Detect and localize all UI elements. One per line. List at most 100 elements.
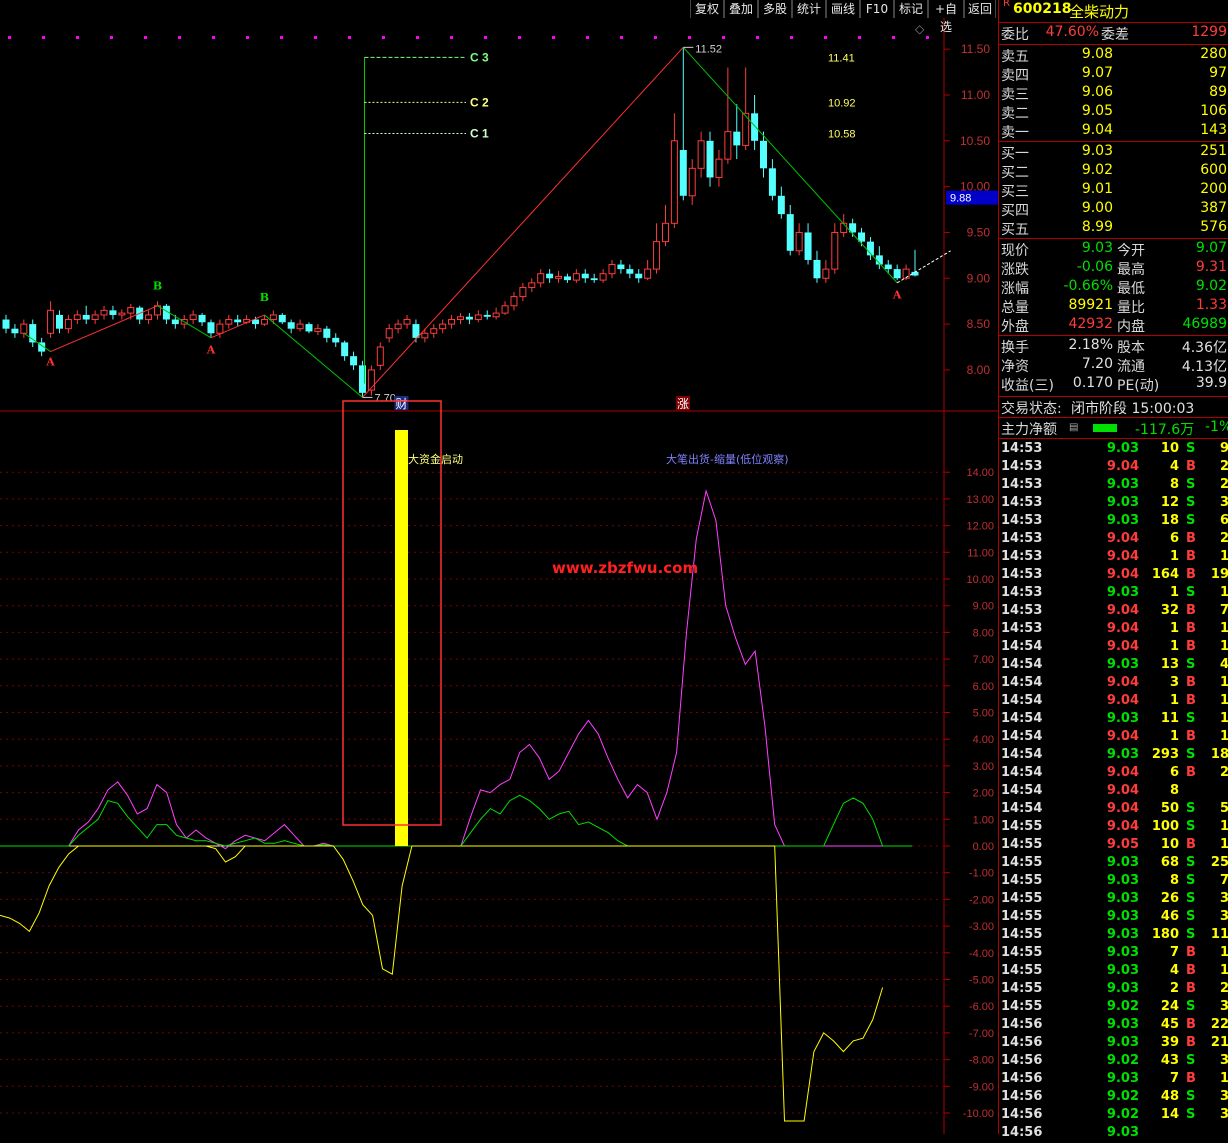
tick-time: 14:53 (1001, 603, 1043, 618)
list-icon[interactable]: ▤ (1069, 422, 1078, 433)
tick-side: S (1186, 747, 1196, 762)
weibi-value: 47.60% (1045, 24, 1099, 40)
tick-volume: 11 (1160, 711, 1179, 726)
candle-body (617, 264, 625, 270)
tick-price: 9.03 (1106, 963, 1139, 978)
trade-status-row: 交易状态: 闭市阶段 15:00:03 (999, 398, 1228, 417)
tick-volume: 7 (1169, 945, 1179, 960)
tick-count: 3 (1219, 999, 1228, 1014)
tick-row: 14:55 9.03 8 S 7 (999, 873, 1228, 891)
watermark: www.zbzfwu.com (552, 559, 698, 577)
candle-body (47, 309, 55, 334)
tick-row: 14:55 9.04 100 S 1 (999, 819, 1228, 837)
tick-time: 14:55 (1001, 855, 1043, 870)
quote-value: 9.03 (1081, 240, 1113, 256)
price-tick-label: 8.00 (967, 363, 991, 377)
candle-body (501, 305, 509, 314)
candle-body (323, 328, 331, 338)
candle-body (394, 323, 402, 330)
tick-price: 9.03 (1106, 1125, 1139, 1140)
tick-time: 14:53 (1001, 513, 1043, 528)
marker-dot (518, 36, 521, 39)
tick-row: 14:56 9.02 48 S 3 (999, 1089, 1228, 1107)
indicator-tick-label: 13.00 (966, 494, 994, 506)
trade-status-value: 闭市阶段 15:00:03 (1071, 401, 1195, 417)
tick-volume: 1 (1169, 693, 1179, 708)
tick-row: 14:54 9.04 50 S 5 (999, 801, 1228, 819)
tick-price: 9.03 (1106, 873, 1139, 888)
candle-body (653, 241, 661, 270)
tick-price: 9.03 (1106, 747, 1139, 762)
candle-body (635, 273, 643, 279)
weibi-label: 委比 (1001, 27, 1029, 43)
tick-side: B (1186, 639, 1196, 654)
quote-row: 涨幅 -0.66% 最低 9.02 (999, 278, 1228, 297)
tick-price: 9.02 (1106, 1089, 1139, 1104)
tick-time: 14:56 (1001, 1107, 1043, 1122)
toolbar-button-3[interactable]: 统计 (792, 0, 826, 18)
indicator-tick-label: 1.00 (973, 814, 994, 826)
tick-time: 14:53 (1001, 621, 1043, 636)
candle-body (537, 273, 545, 284)
quote-value: 1.33 (1195, 297, 1227, 313)
stock-header: R 600218 全柴动力 (999, 0, 1228, 21)
marker-dot (42, 36, 45, 39)
toolbar-button-0[interactable]: 复权 (690, 0, 724, 18)
marker-dot (110, 36, 113, 39)
main-chart-area[interactable]: 11.50 11.00 10.50 10.00 9.50 9.00 8.50 8.00 9.88… (0, 0, 998, 1134)
tick-volume: 13 (1160, 657, 1179, 672)
main-flow-value: -117.6万 (1135, 422, 1195, 438)
tick-side: B (1186, 567, 1196, 582)
tick-volume: 18 (1160, 513, 1179, 528)
tick-count: 1 (1219, 819, 1228, 834)
candle-body (448, 319, 456, 325)
tick-volume: 50 (1160, 801, 1179, 816)
indicator-tick-label: 3.00 (973, 761, 994, 773)
quote-label: 涨跌 (1001, 262, 1029, 278)
toolbar-button-5[interactable]: F10 (860, 0, 894, 18)
indicator-tick-label: 7.00 (973, 654, 994, 666)
bid-label: 买一 (1001, 146, 1029, 162)
candle-body (626, 269, 634, 274)
tick-count: 3 (1219, 1089, 1228, 1104)
tick-volume: 1 (1169, 585, 1179, 600)
tick-side: B (1186, 981, 1196, 996)
candle-body (118, 312, 126, 316)
tick-count: 11 (1210, 927, 1228, 942)
toolbar-button-8[interactable]: 返回 (964, 0, 996, 18)
toolbar-button-2[interactable]: 多股 (758, 0, 792, 18)
tick-price: 9.04 (1106, 531, 1139, 546)
quote-side-panel: R 600218 全柴动力 委比 47.60% 委差 1299 卖五 9.08 28… (998, 0, 1228, 1140)
candle-body (2, 319, 10, 329)
tick-count: 1 (1219, 837, 1228, 852)
candle-body (385, 328, 393, 339)
toolbar-button-4[interactable]: 画线 (826, 0, 860, 18)
bid-volume: 200 (1200, 181, 1227, 197)
marker-dot (756, 36, 759, 39)
toolbar-button-6[interactable]: 标记 (894, 0, 928, 18)
candle-body (430, 328, 438, 334)
ask-volume: 143 (1200, 122, 1227, 138)
tick-time: 14:53 (1001, 441, 1043, 456)
candle-body (822, 268, 830, 279)
candle-body (519, 286, 527, 298)
bid-row: 买五 8.99 576 (999, 219, 1228, 238)
tick-row: 14:55 9.03 68 S 25 (999, 855, 1228, 873)
marker-dot (552, 36, 555, 39)
toolbar-button-1[interactable]: 叠加 (724, 0, 758, 18)
tick-count: 2 (1219, 531, 1228, 546)
tick-price: 9.04 (1106, 603, 1139, 618)
tick-volume: 8 (1169, 783, 1179, 798)
tick-volume: 1 (1169, 549, 1179, 564)
quote-label: 今开 (1117, 243, 1145, 259)
tick-side: B (1186, 963, 1196, 978)
tick-price: 9.04 (1106, 567, 1139, 582)
indicator-tick-label: -1.00 (969, 868, 994, 880)
tick-side: B (1186, 837, 1196, 852)
toolbar-button-7[interactable]: +自选 (928, 0, 964, 34)
candle-body (127, 307, 135, 314)
bid-volume: 387 (1200, 200, 1227, 216)
tick-side: S (1186, 657, 1196, 672)
tick-time: 14:54 (1001, 711, 1043, 726)
marker-dot (688, 36, 691, 39)
